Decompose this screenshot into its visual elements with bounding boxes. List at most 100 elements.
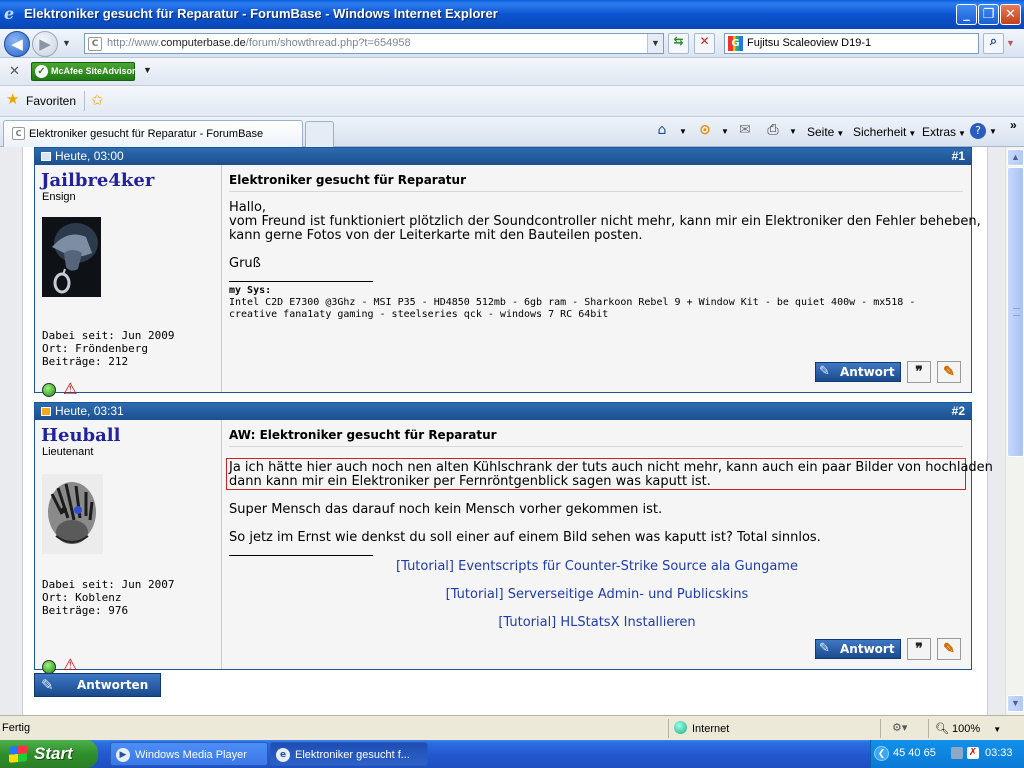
- extras-menu[interactable]: Extras ▼: [922, 123, 966, 141]
- print-icon[interactable]: ⎙: [764, 122, 782, 140]
- security-menu[interactable]: Sicherheit ▼: [853, 123, 916, 141]
- protected-mode-icon[interactable]: ⚙▾: [892, 721, 907, 734]
- clock[interactable]: 03:33: [985, 747, 1013, 759]
- security-zone[interactable]: Internet: [674, 721, 729, 735]
- stop-icon[interactable]: ✕: [694, 33, 715, 54]
- title-divider: [229, 446, 963, 447]
- help-dropdown-icon[interactable]: ▼: [989, 127, 997, 136]
- post-status-icon: [41, 152, 51, 161]
- start-button[interactable]: Start: [0, 740, 98, 768]
- history-dropdown-icon[interactable]: ▼: [62, 38, 71, 48]
- help-icon[interactable]: ?: [970, 123, 986, 139]
- search-icon[interactable]: ⌕: [983, 33, 1004, 54]
- pencil-icon: ✎: [819, 364, 830, 379]
- mcafee-siteadvisor-button[interactable]: ✓ McAfee SiteAdvisor: [31, 62, 136, 81]
- check-icon: ✓: [35, 65, 48, 78]
- post-author-panel: Jailbre4ker Ensign Dabei seit: Jun 2009 …: [35, 165, 222, 398]
- forum-post: Heute, 03:00 #1 Jailbre4ker Ensign Dabei…: [34, 147, 981, 398]
- user-joined: Dabei seit: Jun 2009: [42, 329, 175, 342]
- zoom-level[interactable]: 🔍︎ 100% ▼: [935, 722, 1001, 735]
- back-button[interactable]: ◀: [4, 31, 30, 57]
- signature-divider: [229, 555, 373, 556]
- online-status-icon: [42, 660, 56, 674]
- pencil-icon: ✎: [819, 641, 830, 656]
- add-favorite-icon[interactable]: ✩: [91, 91, 104, 109]
- home-icon[interactable]: ⌂: [653, 122, 671, 140]
- user-rank: Ensign: [42, 191, 76, 203]
- mcafee-dropdown-icon[interactable]: ▼: [143, 65, 152, 75]
- post-header: Heute, 03:31 #2: [35, 403, 971, 420]
- scroll-thumb[interactable]: [1007, 167, 1024, 457]
- quote-button[interactable]: ❞: [907, 361, 931, 383]
- more-commands-icon[interactable]: »: [1010, 118, 1017, 132]
- signature-link[interactable]: [Tutorial] Eventscripts für Counter-Stri…: [223, 559, 971, 574]
- signature-link[interactable]: [Tutorial] HLStatsX Installieren: [223, 615, 971, 630]
- scroll-down-button[interactable]: ▼: [1007, 695, 1024, 712]
- monitor-icon[interactable]: [951, 747, 963, 759]
- home-dropdown-icon[interactable]: ▼: [679, 127, 687, 136]
- report-post-icon[interactable]: ⚠: [63, 658, 77, 674]
- feed-dropdown-icon[interactable]: ▼: [721, 127, 729, 136]
- tab-current[interactable]: C Elektroniker gesucht für Reparatur - F…: [3, 120, 303, 147]
- post-status-icon: [41, 407, 51, 416]
- address-dropdown-icon[interactable]: ▼: [647, 34, 663, 53]
- search-input[interactable]: G Fujitsu Scaleoview D19-1: [724, 33, 979, 54]
- show-hidden-icons-button[interactable]: ❮: [874, 746, 889, 761]
- close-button[interactable]: ✕: [1000, 4, 1021, 25]
- reply-button[interactable]: ✎ Antwort: [815, 362, 901, 382]
- taskbar-item-media-player[interactable]: ▶ Windows Media Player: [110, 742, 268, 766]
- post-number-link[interactable]: #1: [952, 148, 965, 165]
- signature-divider: [229, 281, 373, 282]
- title-divider: [229, 191, 963, 192]
- post-number-link[interactable]: #2: [952, 403, 965, 420]
- user-joined: Dabei seit: Jun 2007: [42, 578, 175, 591]
- close-toolbar-icon[interactable]: ✕: [9, 64, 20, 79]
- new-tab-button[interactable]: [305, 121, 334, 147]
- post-title: AW: Elektroniker gesucht für Reparatur: [229, 428, 497, 442]
- search-options-icon[interactable]: ▼: [1006, 38, 1015, 48]
- internet-explorer-icon: e: [4, 4, 15, 23]
- user-post-count: Beiträge: 212: [42, 355, 129, 368]
- report-post-icon[interactable]: ⚠: [63, 382, 77, 398]
- favorites-button[interactable]: Favoriten: [26, 94, 76, 108]
- media-player-icon: ▶: [116, 748, 130, 762]
- rss-feed-icon[interactable]: ⊙: [696, 122, 714, 140]
- post-text: Super Mensch das darauf noch kein Mensch…: [229, 502, 663, 517]
- post-text: kann gerne Fotos von der Leiterkarte mit…: [229, 228, 643, 243]
- post-text: So jetz im Ernst wie denkst du soll eine…: [229, 530, 821, 545]
- forum-post: Heute, 03:31 #2 Heuball Lieutenant Dabei…: [34, 402, 993, 674]
- minimize-button[interactable]: _: [956, 4, 977, 25]
- post-text: Gruß: [229, 256, 261, 271]
- refresh-icon[interactable]: ⇆: [668, 33, 689, 54]
- new-reply-button[interactable]: ✎ Antworten: [34, 673, 161, 697]
- user-location: Ort: Fröndenberg: [42, 342, 148, 355]
- window-title-bar[interactable]: e Elektroniker gesucht für Reparatur - F…: [0, 0, 1024, 29]
- status-text: Fertig: [2, 722, 31, 734]
- maximize-button[interactable]: ❐: [978, 4, 999, 25]
- taskbar: Start ▶ Windows Media Player e Elektroni…: [0, 740, 1024, 768]
- post-text: Hallo,: [229, 200, 267, 215]
- forward-button[interactable]: ▶: [32, 31, 58, 57]
- scroll-up-button[interactable]: ▲: [1007, 149, 1024, 166]
- taskbar-item-browser[interactable]: e Elektroniker gesucht f...: [270, 742, 428, 766]
- post-date: Heute, 03:00: [55, 149, 124, 163]
- avatar[interactable]: [42, 217, 101, 297]
- page-menu[interactable]: Seite ▼: [807, 123, 844, 141]
- avatar[interactable]: [42, 474, 103, 554]
- mail-icon[interactable]: ✉: [736, 122, 754, 140]
- vertical-scrollbar[interactable]: ▲ ▼: [1005, 147, 1024, 715]
- address-input[interactable]: C http://www.computerbase.de/forum/showt…: [84, 33, 664, 54]
- quote-button[interactable]: ❞: [907, 638, 931, 660]
- favorites-star-icon[interactable]: ★: [6, 92, 19, 108]
- username-link[interactable]: Jailbre4ker: [41, 170, 154, 191]
- print-dropdown-icon[interactable]: ▼: [789, 127, 797, 136]
- signature-link[interactable]: [Tutorial] Serverseitige Admin- und Publ…: [223, 587, 971, 602]
- warning-tray-icon[interactable]: ✗: [967, 747, 979, 759]
- signature-text: Intel C2D E7300 @3Ghz - MSI P35 - HD4850…: [229, 297, 916, 308]
- multi-quote-button[interactable]: ✎: [937, 361, 961, 383]
- reply-button[interactable]: ✎ Antwort: [815, 639, 901, 659]
- multi-quote-button[interactable]: ✎: [937, 638, 961, 660]
- quoted-text: Ja ich hätte hier auch noch nen alten Kü…: [229, 460, 993, 475]
- username-link[interactable]: Heuball: [41, 425, 120, 446]
- status-bar: Fertig Internet ⚙▾ 🔍︎ 100% ▼: [0, 715, 1024, 740]
